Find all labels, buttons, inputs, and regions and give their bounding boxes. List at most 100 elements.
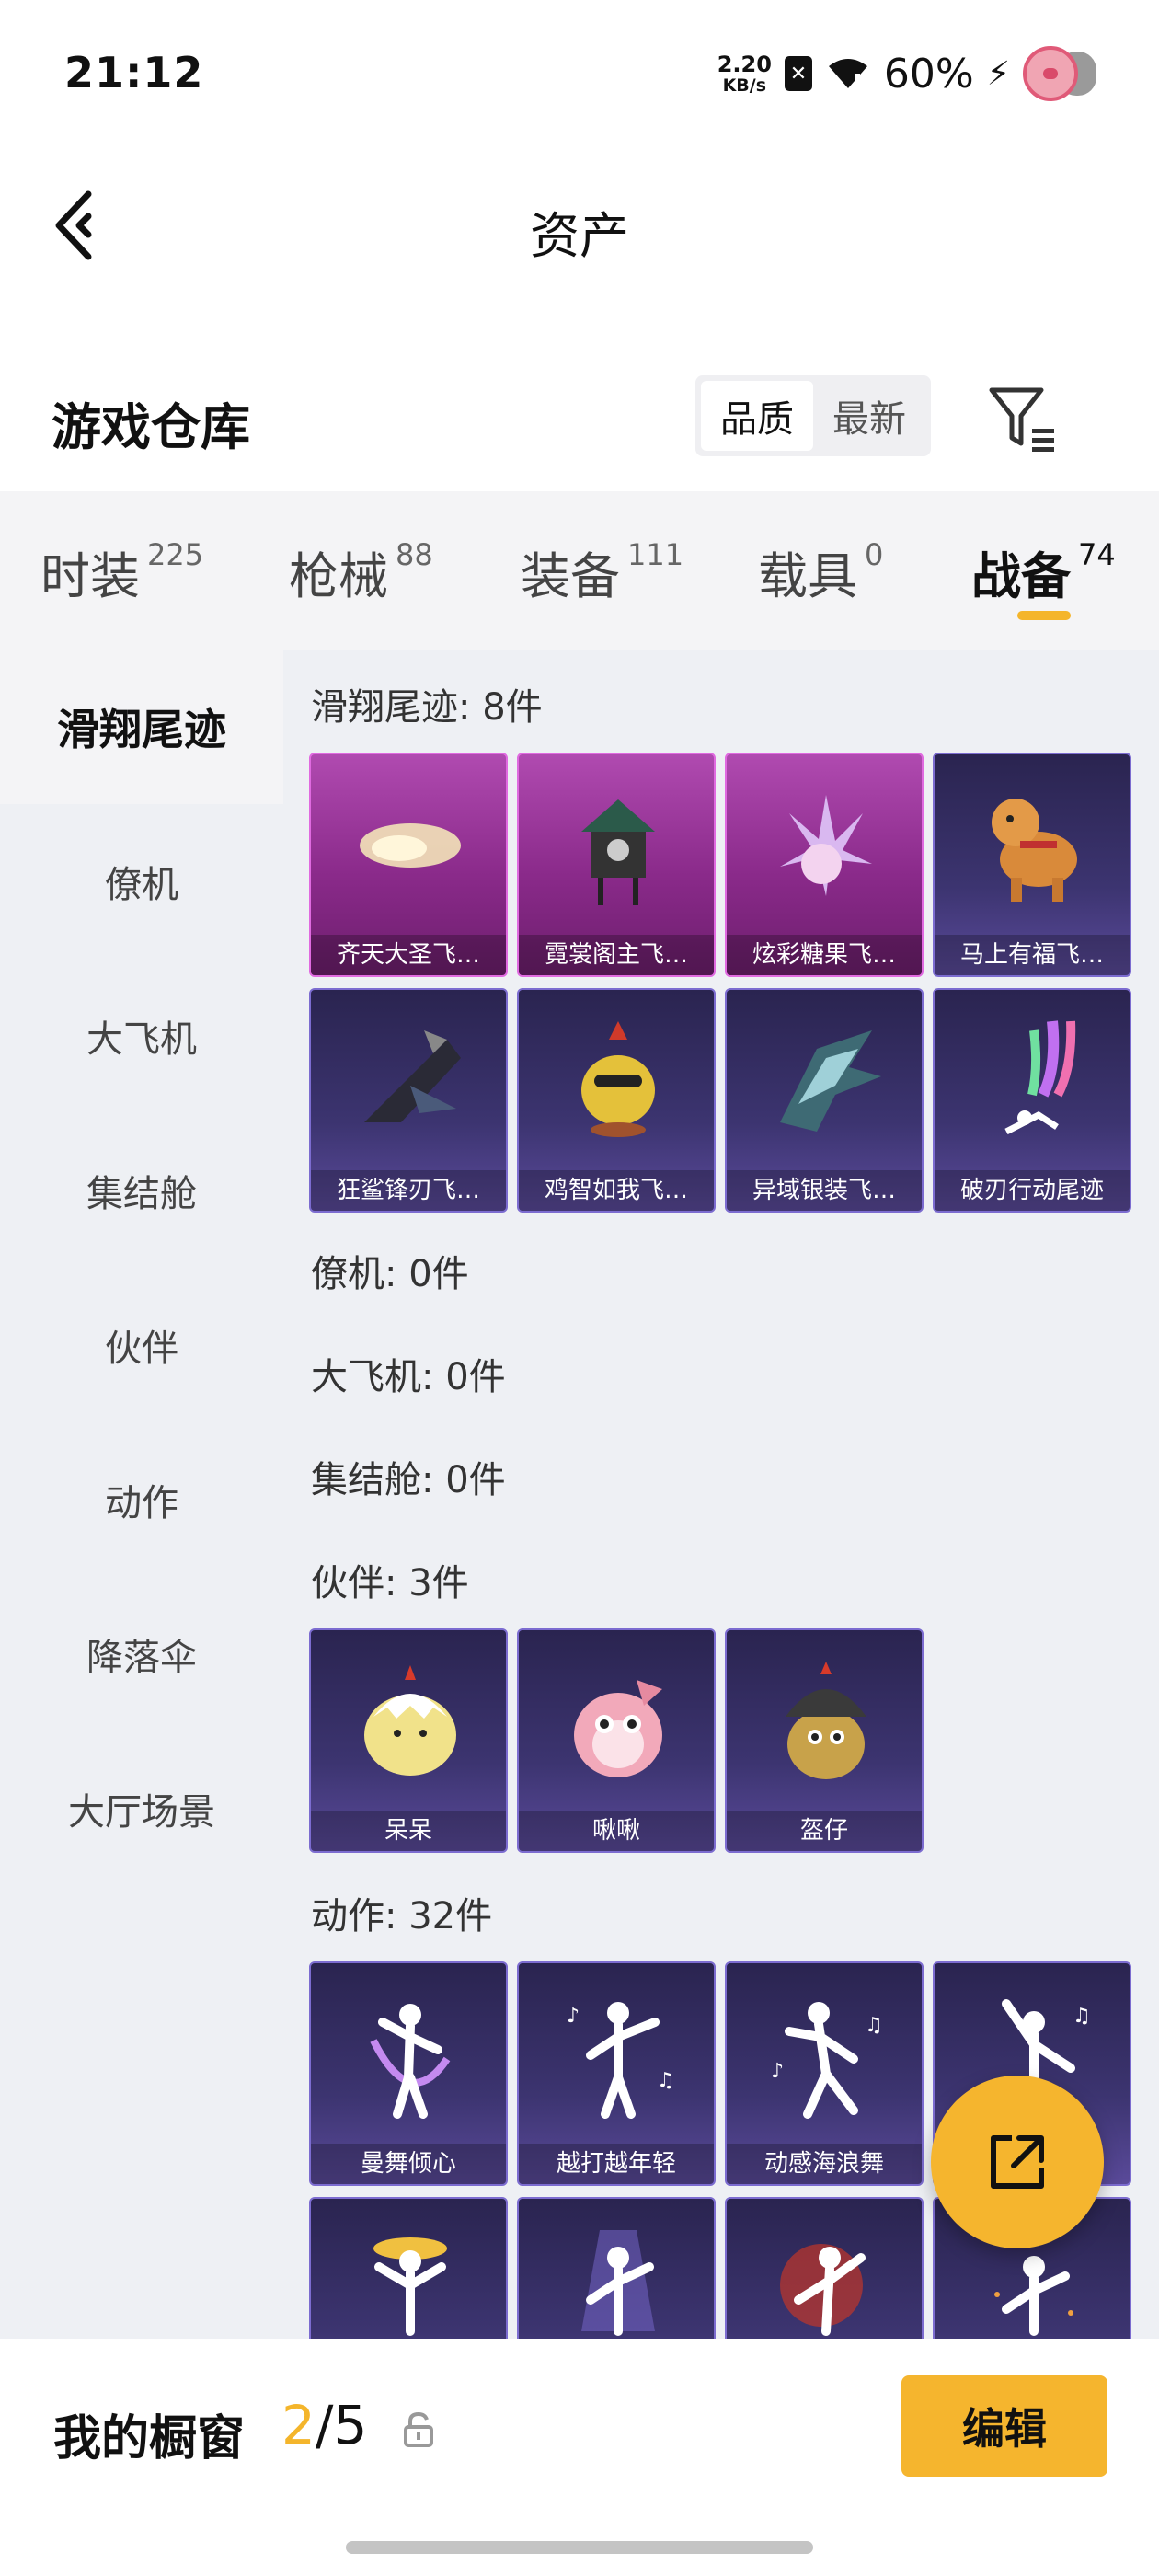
item-name: 呆呆	[311, 1811, 506, 1851]
item-card[interactable]: ♪ ♫ 越打越年轻	[517, 1961, 716, 2186]
group-title-trail: 滑翔尾迹: 8件	[311, 686, 543, 729]
sidebar-item-plane[interactable]: 大飞机	[0, 959, 283, 1113]
network-speed: 2.20 KB/s	[717, 53, 772, 95]
item-name: 鸡智如我飞…	[519, 1170, 714, 1211]
item-name: 动感海浪舞	[727, 2144, 922, 2184]
showcase-label: 我的橱窗	[53, 2411, 246, 2467]
svg-text:♪: ♪	[771, 2060, 784, 2083]
item-card[interactable]: ♪ ♫ 动感海浪舞	[725, 1961, 924, 2186]
item-thumbnail	[574, 1680, 662, 1777]
item-thumbnail	[373, 2237, 447, 2336]
item-name: 马上有福飞…	[935, 935, 1130, 975]
item-thumbnail	[1004, 1020, 1076, 1135]
item-thumbnail	[581, 1021, 655, 1137]
item-name: 霓裳阁主飞…	[519, 935, 714, 975]
item-card[interactable]: 异域银装飞…	[725, 988, 924, 1213]
svg-text:♪: ♪	[567, 2005, 580, 2028]
tab-label: 战备	[971, 547, 1071, 605]
item-name: 炫彩糖果飞…	[727, 935, 922, 975]
network-speed-value: 2.20	[717, 51, 772, 77]
sidebar-item-lobby-scene[interactable]: 大厅场景	[0, 1731, 283, 1886]
tab-count: 111	[627, 537, 684, 572]
item-card[interactable]: 曼舞倾心	[309, 1961, 508, 2186]
status-bar: 21:12 2.20 KB/s ✕ 60% ⚡	[0, 0, 1159, 147]
group-title-plane: 大飞机: 0件	[311, 1356, 506, 1398]
item-thumbnail	[581, 2230, 655, 2336]
item-card[interactable]: 齐天大圣飞…	[309, 753, 508, 977]
item-thumbnail	[581, 799, 655, 905]
item-card[interactable]: 马上有福飞…	[933, 753, 1131, 977]
showcase-current: 2	[281, 2394, 316, 2456]
item-name: 异域银装飞…	[727, 1170, 922, 1211]
tab-equipment[interactable]: 装备 111	[521, 535, 683, 608]
item-card[interactable]: 鸡智如我飞…	[517, 988, 716, 1213]
item-thumbnail	[992, 799, 1077, 902]
tab-vehicles[interactable]: 载具 0	[758, 535, 883, 608]
avatar	[1023, 46, 1096, 101]
showcase-total: 5	[333, 2394, 368, 2456]
filter-button[interactable]	[984, 383, 1058, 456]
status-time: 21:12	[64, 48, 204, 98]
item-card[interactable]	[517, 2197, 716, 2339]
tab-battle-gear[interactable]: 战备 74	[971, 535, 1116, 608]
edit-button[interactable]: 编辑	[901, 2375, 1107, 2477]
item-card[interactable]: 啾啾	[517, 1628, 716, 1853]
item-thumbnail	[780, 1030, 881, 1132]
network-speed-unit: KB/s	[722, 75, 767, 96]
item-name: 啾啾	[519, 1811, 714, 1851]
tab-count: 88	[396, 537, 433, 572]
status-icons: 2.20 KB/s ✕ 60% ⚡	[717, 44, 1096, 103]
item-card[interactable]: 盔仔	[725, 1628, 924, 1853]
item-name: 齐天大圣飞…	[311, 935, 506, 975]
item-card[interactable]	[725, 2197, 924, 2339]
sidebar-item-emote[interactable]: 动作	[0, 1422, 283, 1577]
sort-option-quality[interactable]: 品质	[701, 381, 813, 451]
warehouse-header: 游戏仓库 品质 最新	[0, 350, 1159, 488]
external-link-icon	[991, 2135, 1044, 2189]
group-title-companion: 伙伴: 3件	[311, 1562, 469, 1604]
showcase-separator: /	[315, 2394, 334, 2456]
svg-text:♫: ♫	[657, 2069, 675, 2092]
item-card[interactable]: 霓裳阁主飞…	[517, 753, 716, 977]
item-card[interactable]: 破刃行动尾迹	[933, 988, 1131, 1213]
sort-toggle: 品质 最新	[695, 375, 931, 456]
page-title: 资产	[530, 207, 629, 265]
item-name: 越打越年轻	[519, 2144, 714, 2184]
item-thumbnail	[786, 1662, 866, 1779]
tab-label: 装备	[521, 547, 620, 605]
sim-icon: ✕	[784, 56, 812, 91]
sidebar-item-wingman[interactable]: 僚机	[0, 804, 283, 959]
battery-percentage: 60%	[883, 50, 974, 98]
showcase-count: 2/5	[281, 2394, 367, 2456]
item-name: 破刃行动尾迹	[935, 1170, 1130, 1211]
svg-text:♫: ♫	[1073, 2005, 1091, 2028]
tab-label: 时装	[40, 547, 140, 605]
share-button[interactable]	[931, 2076, 1104, 2248]
sidebar-item-rally-pod[interactable]: 集结舱	[0, 1113, 283, 1268]
sort-option-newest[interactable]: 最新	[813, 381, 925, 451]
tab-count: 74	[1078, 537, 1116, 572]
item-card[interactable]: 呆呆	[309, 1628, 508, 1853]
item-name: 盔仔	[727, 1811, 922, 1851]
showcase-bar: 我的橱窗 2/5 编辑	[0, 2339, 1159, 2576]
item-thumbnail	[364, 1665, 456, 1776]
item-card[interactable]: 狂鲨锋刃飞…	[309, 988, 508, 1213]
tab-label: 载具	[758, 547, 857, 605]
tab-fashion[interactable]: 时装 225	[40, 535, 203, 608]
wifi-icon	[828, 59, 867, 90]
sidebar-item-glide-trail[interactable]: 滑翔尾迹	[0, 650, 283, 804]
home-indicator[interactable]	[346, 2541, 813, 2554]
tab-weapons[interactable]: 枪械 88	[289, 535, 433, 608]
sidebar: 滑翔尾迹 僚机 大飞机 集结舱 伙伴 动作 降落伞 大厅场景	[0, 650, 283, 2339]
lock-icon[interactable]	[403, 2410, 434, 2447]
item-name: 曼舞倾心	[311, 2144, 506, 2184]
sidebar-item-companion[interactable]: 伙伴	[0, 1268, 283, 1422]
item-card[interactable]: 炫彩糖果飞…	[725, 753, 924, 977]
item-thumbnail	[780, 795, 872, 896]
item-thumbnail	[780, 2244, 866, 2336]
item-thumbnail	[364, 1030, 461, 1122]
item-card[interactable]	[309, 2197, 508, 2339]
warehouse-title: 游戏仓库	[52, 398, 250, 456]
sidebar-item-parachute[interactable]: 降落伞	[0, 1577, 283, 1731]
category-tabs: 时装 225 枪械 88 装备 111 载具 0 战备 74	[0, 491, 1159, 650]
